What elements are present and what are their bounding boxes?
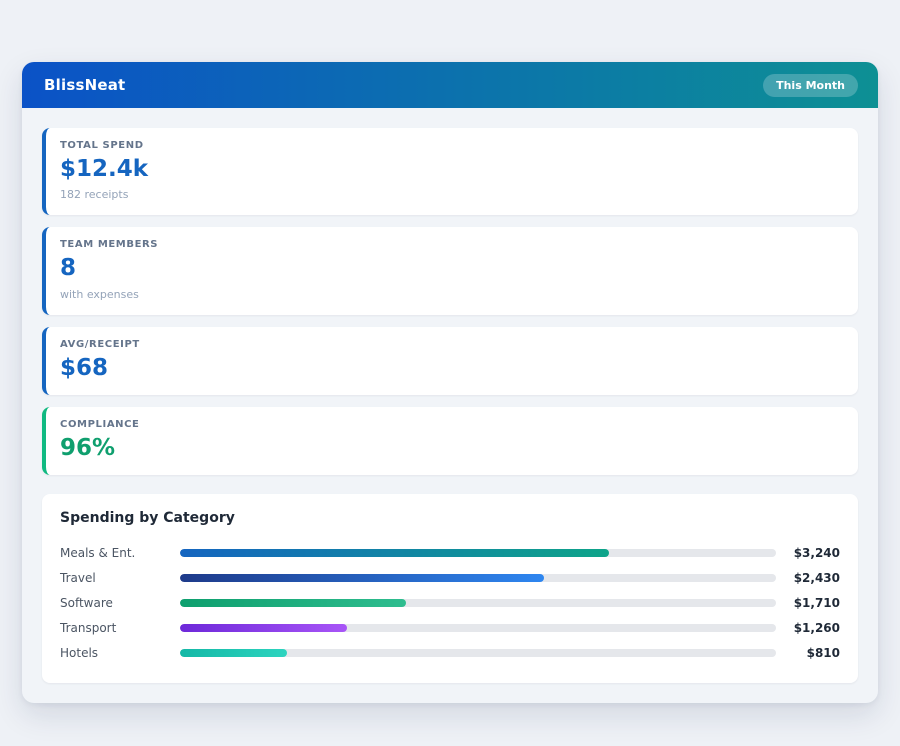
category-row-software: Software $1,710: [60, 590, 840, 615]
stat-value: 8: [60, 256, 842, 281]
stat-label: TOTAL SPEND: [60, 140, 842, 151]
category-row-meals: Meals & Ent. $3,240: [60, 540, 840, 565]
bar-fill: [180, 624, 347, 632]
page: BlissNeat This Month TOTAL SPEND $12.4k …: [0, 0, 900, 746]
stat-value: $12.4k: [60, 157, 842, 182]
bar-fill: [180, 574, 544, 582]
stat-card-compliance: COMPLIANCE 96%: [42, 407, 858, 475]
category-row-hotels: Hotels $810: [60, 640, 840, 665]
dashboard-body: TOTAL SPEND $12.4k 182 receipts TEAM MEM…: [22, 108, 878, 703]
stat-value: 96%: [60, 436, 842, 461]
bar-track: [180, 549, 776, 557]
bar-track: [180, 649, 776, 657]
period-badge[interactable]: This Month: [763, 74, 858, 97]
bar-track: [180, 574, 776, 582]
stat-subtitle: with expenses: [60, 288, 842, 301]
stat-label: COMPLIANCE: [60, 419, 842, 430]
bar-fill: [180, 599, 406, 607]
stat-card-team-members: TEAM MEMBERS 8 with expenses: [42, 227, 858, 314]
category-amount: $1,710: [776, 596, 840, 610]
stat-value: $68: [60, 356, 842, 381]
app-title: BlissNeat: [44, 76, 125, 94]
category-label: Hotels: [60, 646, 180, 660]
stat-card-total-spend: TOTAL SPEND $12.4k 182 receipts: [42, 128, 858, 215]
category-amount: $1,260: [776, 621, 840, 635]
bar-track: [180, 624, 776, 632]
bar-track: [180, 599, 776, 607]
category-row-travel: Travel $2,430: [60, 565, 840, 590]
category-label: Meals & Ent.: [60, 546, 180, 560]
category-amount: $810: [776, 646, 840, 660]
stat-card-avg-receipt: AVG/RECEIPT $68: [42, 327, 858, 395]
category-amount: $3,240: [776, 546, 840, 560]
category-row-transport: Transport $1,260: [60, 615, 840, 640]
category-label: Travel: [60, 571, 180, 585]
stat-label: TEAM MEMBERS: [60, 239, 842, 250]
stat-subtitle: 182 receipts: [60, 188, 842, 201]
category-label: Software: [60, 596, 180, 610]
stat-label: AVG/RECEIPT: [60, 339, 842, 350]
bar-fill: [180, 549, 609, 557]
dashboard-card: BlissNeat This Month TOTAL SPEND $12.4k …: [22, 62, 878, 703]
app-header: BlissNeat This Month: [22, 62, 878, 108]
category-label: Transport: [60, 621, 180, 635]
category-amount: $2,430: [776, 571, 840, 585]
bar-fill: [180, 649, 287, 657]
spending-by-category-card: Spending by Category Meals & Ent. $3,240…: [42, 494, 858, 683]
chart-title: Spending by Category: [60, 510, 840, 526]
